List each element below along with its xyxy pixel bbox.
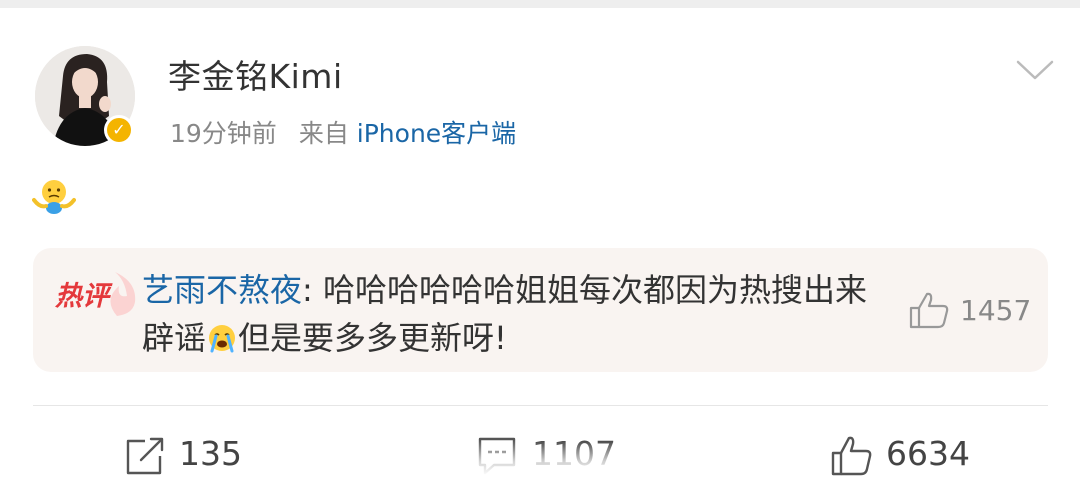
hot-comment-text: 艺雨不熬夜: 哈哈哈哈哈哈姐姐每次都因为热搜出来辟谣 但是要多多更新呀!: [142, 266, 892, 362]
hot-comment-card[interactable]: 热评 艺雨不熬夜: 哈哈哈哈哈哈姐姐每次都因为热搜出来辟谣 但是要多多更新呀! …: [33, 248, 1048, 372]
thumbs-up-icon: [831, 436, 872, 476]
comment-like-count: 1457: [960, 294, 1032, 327]
like-button[interactable]: 6634: [830, 432, 990, 480]
crying-emoji-icon: [206, 318, 238, 353]
shrug-emoji-icon: [32, 178, 76, 216]
source-prefix: 来自: [298, 119, 349, 148]
post-time: 19分钟前: [170, 119, 277, 148]
repost-button[interactable]: 135: [123, 432, 263, 480]
verified-badge-icon: ✓: [104, 115, 134, 145]
post-meta: 19分钟前 来自 iPhone客户端: [170, 114, 516, 150]
post-author-name[interactable]: 李金铭Kimi: [168, 50, 343, 98]
repost-icon: [126, 437, 164, 475]
bottom-fade-overlay: [440, 440, 640, 501]
divider: [33, 405, 1048, 406]
thumbs-up-icon: [909, 292, 949, 329]
comment-separator: :: [302, 271, 323, 309]
post-source-link[interactable]: iPhone客户端: [357, 119, 516, 148]
repost-count: 135: [179, 434, 242, 473]
comment-like-button[interactable]: 1457: [908, 290, 1033, 330]
hot-comment-badge: 热评: [55, 270, 137, 318]
comment-body-part2: 但是要多多更新呀!: [238, 319, 507, 357]
like-count: 6634: [886, 434, 970, 473]
commenter-name[interactable]: 艺雨不熬夜: [142, 271, 302, 309]
top-separator: [0, 0, 1080, 8]
chevron-down-icon[interactable]: [1015, 56, 1055, 84]
